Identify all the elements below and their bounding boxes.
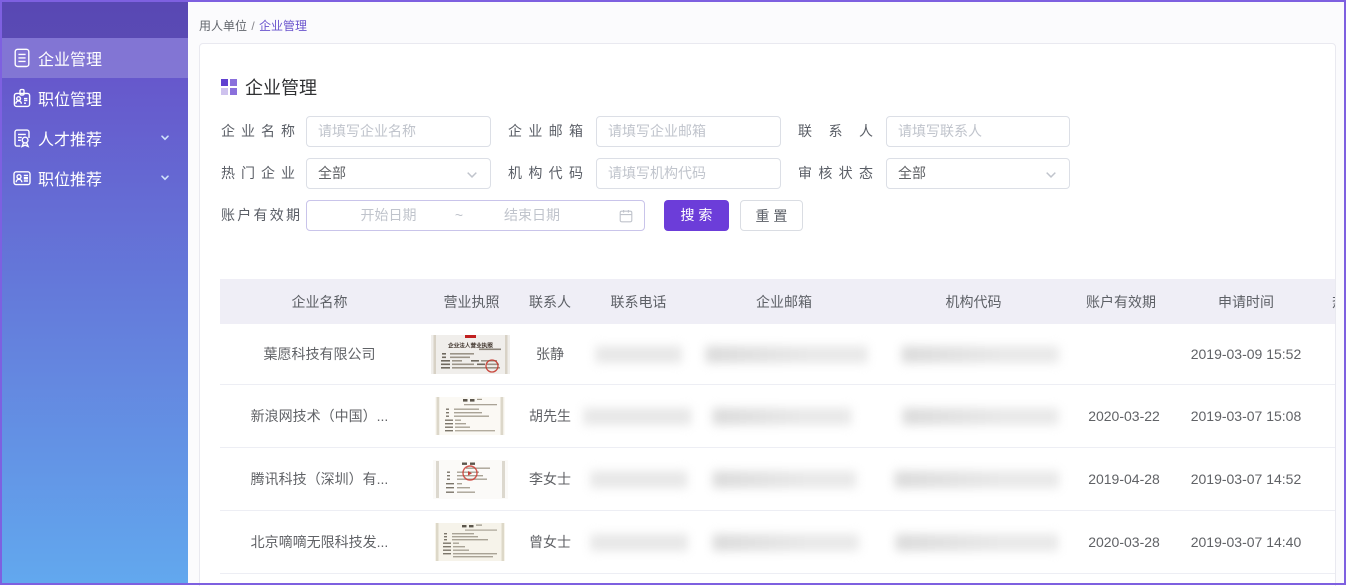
svg-text:企业法人营业执照: 企业法人营业执照 bbox=[447, 341, 493, 349]
